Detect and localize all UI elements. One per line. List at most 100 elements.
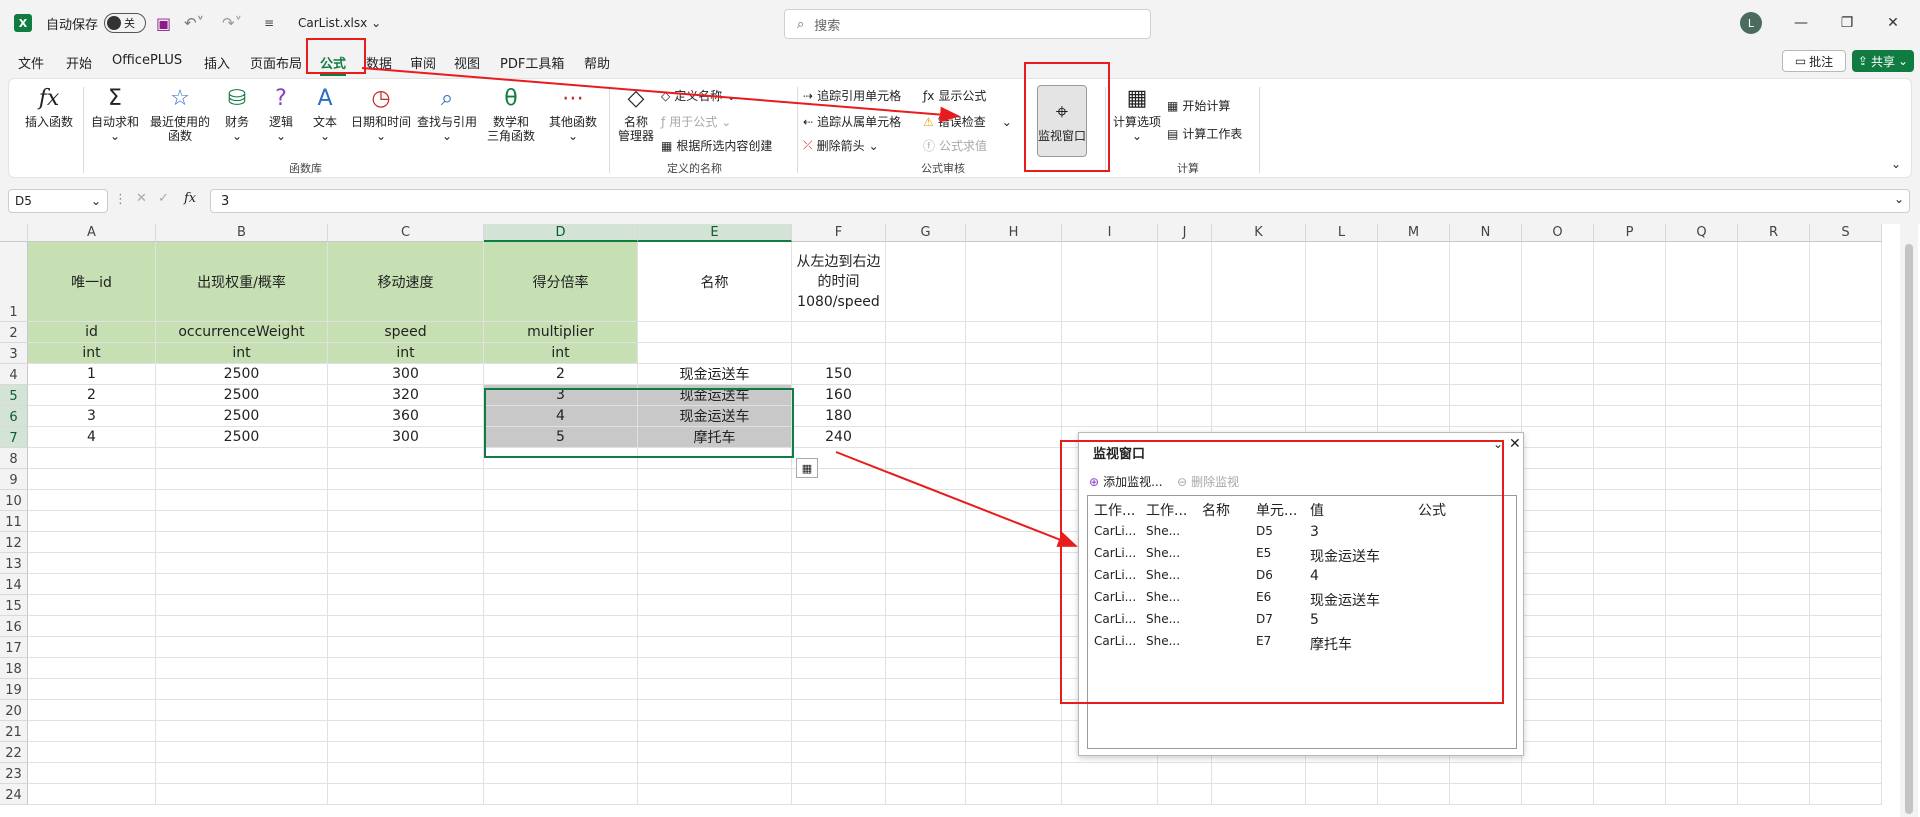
cell-o5[interactable] — [1522, 385, 1594, 406]
cell-f18[interactable] — [792, 658, 886, 679]
cell-g17[interactable] — [886, 637, 966, 658]
cell-p13[interactable] — [1594, 553, 1666, 574]
cell-l1[interactable] — [1306, 242, 1378, 322]
cell-b17[interactable] — [156, 637, 328, 658]
cell-h15[interactable] — [966, 595, 1062, 616]
enter-check-icon[interactable]: ✓ — [158, 191, 169, 206]
cell-o16[interactable] — [1522, 616, 1594, 637]
cell-p8[interactable] — [1594, 448, 1666, 469]
cell-e17[interactable] — [638, 637, 792, 658]
cell-c21[interactable] — [328, 721, 484, 742]
cell-o24[interactable] — [1522, 784, 1594, 805]
column-header-n[interactable]: N — [1450, 224, 1522, 242]
cell-l3[interactable] — [1306, 343, 1378, 364]
cell-o15[interactable] — [1522, 595, 1594, 616]
cell-m5[interactable] — [1378, 385, 1450, 406]
cell-a6[interactable]: 3 — [28, 406, 156, 427]
cell-j4[interactable] — [1158, 364, 1212, 385]
cell-a12[interactable] — [28, 532, 156, 553]
cell-c19[interactable] — [328, 679, 484, 700]
calculate-sheet-button[interactable]: ▤ 计算工作表 — [1167, 125, 1242, 142]
cell-g9[interactable] — [886, 469, 966, 490]
row-header-2[interactable]: 2 — [0, 322, 28, 343]
search-box[interactable]: ⌕ 搜索 — [784, 9, 1151, 39]
cell-g13[interactable] — [886, 553, 966, 574]
cell-j24[interactable] — [1158, 784, 1212, 805]
cell-f17[interactable] — [792, 637, 886, 658]
cell-c16[interactable] — [328, 616, 484, 637]
cell-r6[interactable] — [1738, 406, 1810, 427]
lookup-reference-button[interactable]: ⌕ 查找与引用 ⌄ — [415, 85, 479, 144]
watch-row-cell[interactable]: She... — [1146, 524, 1180, 538]
cell-h19[interactable] — [966, 679, 1062, 700]
calculation-options-button[interactable]: ▦ 计算选项 ⌄ — [1109, 85, 1165, 144]
cell-c22[interactable] — [328, 742, 484, 763]
cell-o13[interactable] — [1522, 553, 1594, 574]
watch-window-button[interactable]: ⌖ 监视窗口 — [1037, 85, 1087, 157]
cell-i6[interactable] — [1062, 406, 1158, 427]
logical-button[interactable]: ? 逻辑 ⌄ — [261, 85, 301, 144]
row-header-8[interactable]: 8 — [0, 448, 28, 469]
cell-r4[interactable] — [1738, 364, 1810, 385]
cell-k5[interactable] — [1212, 385, 1306, 406]
cell-q7[interactable] — [1666, 427, 1738, 448]
tab-pdf-tools[interactable]: PDF工具箱 — [500, 53, 564, 72]
cell-p24[interactable] — [1594, 784, 1666, 805]
cell-f21[interactable] — [792, 721, 886, 742]
cell-h7[interactable] — [966, 427, 1062, 448]
cell-b7[interactable]: 2500 — [156, 427, 328, 448]
dialog-menu-icon[interactable]: ⌄ — [1493, 437, 1503, 451]
cell-l23[interactable] — [1306, 763, 1378, 784]
cell-b20[interactable] — [156, 700, 328, 721]
cell-p19[interactable] — [1594, 679, 1666, 700]
cell-h24[interactable] — [966, 784, 1062, 805]
row-header-20[interactable]: 20 — [0, 700, 28, 721]
cell-m24[interactable] — [1378, 784, 1450, 805]
cell-s15[interactable] — [1810, 595, 1882, 616]
watch-row-cell[interactable]: She... — [1146, 590, 1180, 604]
cell-p18[interactable] — [1594, 658, 1666, 679]
cell-p2[interactable] — [1594, 322, 1666, 343]
cell-k1[interactable] — [1212, 242, 1306, 322]
worksheet-grid[interactable]: ABCDEFGHIJKLMNOPQRS 1 2 3 4 5 6 7 8 9 10 11 12 13 14 1… — [0, 224, 1920, 817]
cell-e23[interactable] — [638, 763, 792, 784]
cell-j2[interactable] — [1158, 322, 1212, 343]
collapse-ribbon-icon[interactable]: ⌄ — [1891, 157, 1901, 171]
cell-r10[interactable] — [1738, 490, 1810, 511]
column-header-e[interactable]: E — [638, 224, 792, 242]
cell-b18[interactable] — [156, 658, 328, 679]
cell-d22[interactable] — [484, 742, 638, 763]
cell-p7[interactable] — [1594, 427, 1666, 448]
cell-p10[interactable] — [1594, 490, 1666, 511]
cell-d23[interactable] — [484, 763, 638, 784]
cell-e12[interactable] — [638, 532, 792, 553]
watch-row-cell[interactable]: CarLi... — [1094, 634, 1136, 648]
row-header-12[interactable]: 12 — [0, 532, 28, 553]
cell-r9[interactable] — [1738, 469, 1810, 490]
cell-h4[interactable] — [966, 364, 1062, 385]
cell-q24[interactable] — [1666, 784, 1738, 805]
cell-r21[interactable] — [1738, 721, 1810, 742]
cell-k3[interactable] — [1212, 343, 1306, 364]
cell-r16[interactable] — [1738, 616, 1810, 637]
cell-f13[interactable] — [792, 553, 886, 574]
insert-function-button[interactable]: fx 插入函数 — [21, 85, 77, 130]
cell-o20[interactable] — [1522, 700, 1594, 721]
cell-i23[interactable] — [1062, 763, 1158, 784]
cell-s14[interactable] — [1810, 574, 1882, 595]
cell-d13[interactable] — [484, 553, 638, 574]
cell-s19[interactable] — [1810, 679, 1882, 700]
cell-o14[interactable] — [1522, 574, 1594, 595]
cell-s7[interactable] — [1810, 427, 1882, 448]
vertical-scrollbar[interactable] — [1900, 224, 1918, 817]
cell-f1[interactable]: 从左边到右边的时间1080/speed — [792, 242, 886, 322]
column-header-k[interactable]: K — [1212, 224, 1306, 242]
cell-c10[interactable] — [328, 490, 484, 511]
cell-a14[interactable] — [28, 574, 156, 595]
cell-r18[interactable] — [1738, 658, 1810, 679]
cell-o1[interactable] — [1522, 242, 1594, 322]
cell-g20[interactable] — [886, 700, 966, 721]
cell-g16[interactable] — [886, 616, 966, 637]
cell-h9[interactable] — [966, 469, 1062, 490]
row-header-13[interactable]: 13 — [0, 553, 28, 574]
